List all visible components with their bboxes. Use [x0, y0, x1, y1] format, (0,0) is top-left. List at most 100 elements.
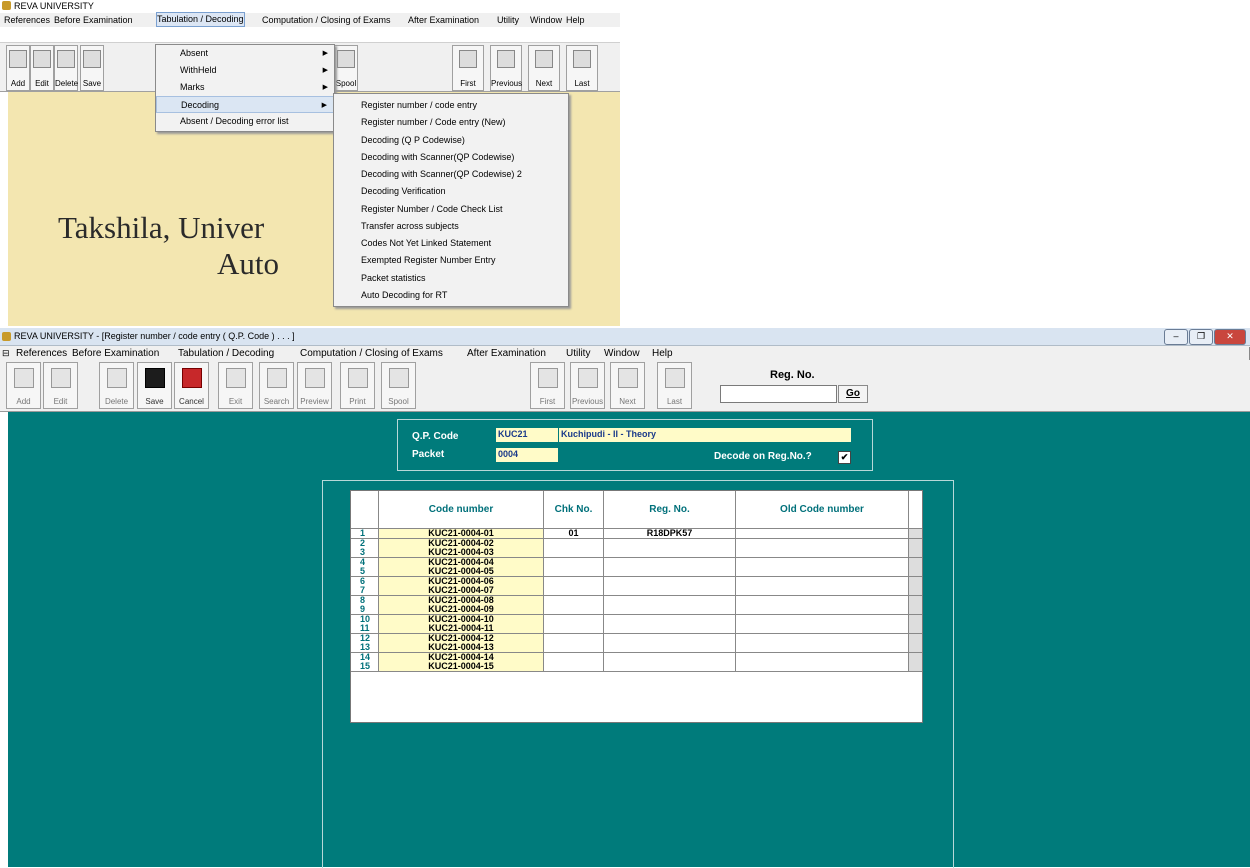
edit-button[interactable]: Edit — [30, 45, 54, 91]
chk-no-cell[interactable] — [544, 548, 604, 558]
menu-item-decoding[interactable]: Decoding ▶ — [156, 96, 334, 113]
old-code-number-cell[interactable] — [736, 538, 909, 549]
menu-item-marks[interactable]: Marks ▶ — [156, 79, 334, 96]
submenu-item[interactable]: Codes Not Yet Linked Statement — [334, 235, 491, 252]
maximize-button[interactable]: ❐ — [1189, 329, 1213, 345]
reg-no-cell[interactable] — [604, 633, 736, 644]
row-ellipsis-button[interactable] — [909, 548, 922, 558]
search-button[interactable]: Search — [259, 362, 294, 409]
row-ellipsis-button[interactable] — [909, 624, 922, 634]
submenu-item[interactable]: Decoding Verification — [334, 183, 446, 200]
chk-no-cell[interactable] — [544, 662, 604, 672]
old-code-number-cell[interactable] — [736, 529, 909, 539]
exit-button[interactable]: Exit — [218, 362, 253, 409]
old-code-number-cell[interactable] — [736, 633, 909, 644]
old-code-number-cell[interactable] — [736, 662, 909, 672]
add-button[interactable]: Add — [6, 362, 41, 409]
old-code-number-cell[interactable] — [736, 643, 909, 653]
chk-no-cell[interactable]: 01 — [544, 529, 604, 539]
old-code-number-cell[interactable] — [736, 548, 909, 558]
submenu-item[interactable]: Decoding with Scanner(QP Codewise) — [334, 149, 514, 166]
menu-tabulation-decoding[interactable]: Tabulation / Decoding — [156, 12, 245, 27]
menu-utility[interactable]: Utility — [497, 13, 519, 27]
menu-computation[interactable]: Computation / Closing of Exams — [300, 346, 443, 361]
chk-no-cell[interactable] — [544, 557, 604, 568]
save-button[interactable]: Save — [137, 362, 172, 409]
decode-on-regno-checkbox[interactable]: ✔ — [838, 451, 851, 464]
next-button[interactable]: Next — [610, 362, 645, 409]
chk-no-cell[interactable] — [544, 576, 604, 587]
reg-no-cell[interactable] — [604, 605, 736, 615]
cancel-button[interactable]: Cancel — [174, 362, 209, 409]
spool-button[interactable]: Spool — [381, 362, 416, 409]
regno-search-input[interactable] — [720, 385, 837, 403]
menu-computation[interactable]: Computation / Closing of Exams — [262, 13, 391, 27]
submenu-item[interactable]: Decoding with Scanner(QP Codewise) 2 — [334, 166, 522, 183]
reg-no-cell[interactable] — [604, 576, 736, 587]
menu-after-examination[interactable]: After Examination — [408, 13, 479, 27]
old-code-number-cell[interactable] — [736, 567, 909, 577]
reg-no-cell[interactable] — [604, 586, 736, 596]
menu-before-examination[interactable]: Before Examination — [72, 346, 159, 361]
chk-no-cell[interactable] — [544, 586, 604, 596]
go-button[interactable]: Go — [838, 385, 868, 403]
reg-no-cell[interactable] — [604, 652, 736, 663]
row-ellipsis-button[interactable] — [909, 614, 922, 625]
print-button[interactable]: Print — [340, 362, 375, 409]
old-code-number-cell[interactable] — [736, 624, 909, 634]
first-button[interactable]: First — [530, 362, 565, 409]
menu-item-withheld[interactable]: WithHeld ▶ — [156, 62, 334, 79]
preview-button[interactable]: Preview — [297, 362, 332, 409]
chk-no-cell[interactable] — [544, 567, 604, 577]
row-ellipsis-button[interactable] — [909, 538, 922, 549]
delete-button[interactable]: Delete — [99, 362, 134, 409]
menu-after-examination[interactable]: After Examination — [467, 346, 546, 361]
edit-button[interactable]: Edit — [43, 362, 78, 409]
delete-button[interactable]: Delete — [54, 45, 78, 91]
submenu-item[interactable]: Transfer across subjects — [334, 218, 459, 235]
add-button[interactable]: Add — [6, 45, 30, 91]
spool-button[interactable]: Spool — [334, 45, 358, 91]
reg-no-cell[interactable]: R18DPK57 — [604, 529, 736, 539]
row-ellipsis-button[interactable] — [909, 633, 922, 644]
row-ellipsis-button[interactable] — [909, 595, 922, 606]
first-button[interactable]: First — [452, 45, 484, 91]
row-ellipsis-button[interactable] — [909, 529, 922, 539]
row-ellipsis-button[interactable] — [909, 643, 922, 653]
mdi-icon[interactable]: ⊟ — [2, 346, 10, 361]
next-button[interactable]: Next — [528, 45, 560, 91]
chk-no-cell[interactable] — [544, 643, 604, 653]
packet-field[interactable]: 0004 — [496, 448, 558, 462]
chk-no-cell[interactable] — [544, 633, 604, 644]
chk-no-cell[interactable] — [544, 538, 604, 549]
menu-help[interactable]: Help — [652, 346, 673, 361]
row-ellipsis-button[interactable] — [909, 662, 922, 672]
row-ellipsis-button[interactable] — [909, 605, 922, 615]
menu-item-absent-decoding-error-list[interactable]: Absent / Decoding error list — [156, 113, 334, 130]
menu-window[interactable]: Window — [604, 346, 640, 361]
submenu-item[interactable]: Register Number / Code Check List — [334, 201, 503, 218]
previous-button[interactable]: Previous — [570, 362, 605, 409]
minimize-button[interactable]: – — [1164, 329, 1188, 345]
menu-tabulation-decoding[interactable]: Tabulation / Decoding — [178, 346, 274, 361]
submenu-item[interactable]: Register number / code entry — [334, 97, 477, 114]
reg-no-cell[interactable] — [604, 614, 736, 625]
last-button[interactable]: Last — [657, 362, 692, 409]
old-code-number-cell[interactable] — [736, 586, 909, 596]
submenu-item[interactable]: Auto Decoding for RT — [334, 287, 447, 304]
reg-no-cell[interactable] — [604, 538, 736, 549]
reg-no-cell[interactable] — [604, 643, 736, 653]
last-button[interactable]: Last — [566, 45, 598, 91]
row-ellipsis-button[interactable] — [909, 652, 922, 663]
reg-no-cell[interactable] — [604, 595, 736, 606]
submenu-item[interactable]: Register number / Code entry (New) — [334, 114, 506, 131]
menu-before-examination[interactable]: Before Examination — [54, 13, 133, 27]
reg-no-cell[interactable] — [604, 567, 736, 577]
old-code-number-cell[interactable] — [736, 652, 909, 663]
close-button[interactable]: ✕ — [1214, 329, 1246, 345]
reg-no-cell[interactable] — [604, 557, 736, 568]
chk-no-cell[interactable] — [544, 595, 604, 606]
menu-references[interactable]: References — [16, 346, 67, 361]
qp-code-field[interactable]: KUC21 — [496, 428, 558, 442]
chk-no-cell[interactable] — [544, 652, 604, 663]
